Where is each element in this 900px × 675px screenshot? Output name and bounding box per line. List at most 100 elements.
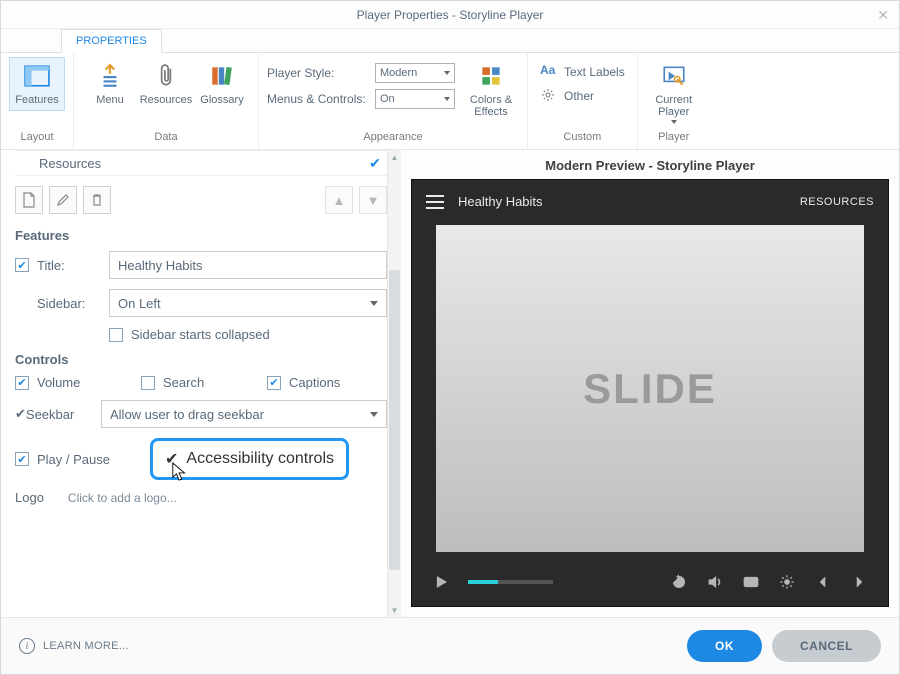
features-button-label: Features — [15, 94, 58, 106]
move-up-button[interactable]: ▲ — [325, 186, 353, 214]
text-labels-button[interactable]: Aa Text Labels — [536, 57, 629, 81]
player-style-select[interactable]: Modern — [375, 63, 455, 83]
menu-button[interactable]: Menu — [82, 57, 138, 111]
scrollbar[interactable]: ▲ ▼ — [387, 150, 401, 617]
title-label: Title: — [37, 258, 109, 273]
section-features-title: Features — [15, 228, 387, 243]
ribbon-group-layout: Features Layout — [1, 53, 74, 149]
volume-checkbox[interactable]: ✔ — [15, 376, 29, 390]
player-style-label: Player Style: — [267, 66, 367, 80]
volume-label: Volume — [37, 375, 80, 390]
sidebar-label: Sidebar: — [37, 296, 109, 311]
sidebar-select[interactable]: On Left — [109, 289, 387, 317]
info-icon: i — [19, 638, 35, 654]
close-icon[interactable]: ✕ — [877, 7, 889, 24]
current-player-label: Current Player — [655, 94, 692, 118]
next-icon[interactable] — [846, 569, 872, 595]
ribbon-group-appearance-label: Appearance — [259, 129, 527, 147]
tabstrip: PROPERTIES — [1, 29, 899, 53]
preview-title: Modern Preview - Storyline Player — [411, 158, 889, 173]
other-button[interactable]: Other — [536, 81, 598, 105]
ribbon-group-layout-label: Layout — [1, 129, 73, 147]
accessibility-checkbox[interactable]: ✔ — [165, 449, 178, 469]
svg-text:CC: CC — [747, 581, 756, 587]
colors-effects-label: Colors & Effects — [470, 94, 512, 118]
captions-icon[interactable]: CC — [738, 569, 764, 595]
scroll-down-icon[interactable]: ▼ — [388, 603, 401, 617]
scroll-up-icon[interactable]: ▲ — [388, 150, 401, 164]
list-toolbar: ▲ ▼ — [15, 176, 387, 224]
course-title: Healthy Habits — [458, 194, 800, 209]
sidebar-collapsed-checkbox[interactable] — [109, 328, 123, 342]
paperclip-icon — [152, 62, 180, 90]
preview-pane: Modern Preview - Storyline Player Health… — [401, 150, 899, 617]
text-labels-label: Text Labels — [564, 65, 625, 79]
colors-effects-button[interactable]: Colors & Effects — [463, 57, 519, 123]
ribbon-group-data-label: Data — [74, 129, 258, 147]
title-input[interactable] — [109, 251, 387, 279]
caret-down-icon — [370, 301, 378, 306]
features-list-item[interactable]: Resources ✔ — [15, 150, 387, 176]
search-checkbox[interactable] — [141, 376, 155, 390]
scroll-thumb[interactable] — [389, 270, 400, 570]
resources-button-label: Resources — [140, 94, 193, 106]
prev-icon[interactable] — [810, 569, 836, 595]
volume-icon[interactable] — [702, 569, 728, 595]
left-pane: Resources ✔ ▲ ▼ Features ✔ Title: — [1, 150, 401, 617]
playpause-checkbox[interactable]: ✔ — [15, 452, 29, 466]
features-list-item-label: Resources — [15, 156, 363, 171]
seekbar-mode-value: Allow user to drag seekbar — [110, 407, 264, 422]
seekbar-mode-select[interactable]: Allow user to drag seekbar — [101, 400, 387, 428]
features-button[interactable]: Features — [9, 57, 65, 111]
tab-properties-label: PROPERTIES — [76, 35, 147, 47]
replay-icon[interactable] — [666, 569, 692, 595]
title-checkbox[interactable]: ✔ — [15, 258, 29, 272]
play-icon[interactable] — [428, 569, 454, 595]
ok-button[interactable]: OK — [687, 630, 762, 662]
body: Resources ✔ ▲ ▼ Features ✔ Title: — [1, 150, 899, 618]
slide-area: SLIDE — [436, 225, 864, 552]
hamburger-icon[interactable] — [426, 195, 444, 209]
seekbar-checkbox[interactable]: ✔ — [15, 406, 26, 422]
check-icon: ✔ — [363, 155, 387, 172]
player-properties-window: Player Properties - Storyline Player ✕ P… — [0, 0, 900, 675]
menus-controls-select[interactable]: On — [375, 89, 455, 109]
ribbon-group-data: Menu Resources Glossary Data — [74, 53, 259, 149]
accessibility-highlight: ✔ Accessibility controls — [150, 438, 349, 480]
settings-icon[interactable] — [774, 569, 800, 595]
features-icon — [23, 62, 51, 90]
books-icon — [208, 62, 236, 90]
captions-label: Captions — [289, 375, 340, 390]
add-logo-link[interactable]: Click to add a logo... — [68, 491, 177, 505]
palette-icon — [477, 62, 505, 90]
new-item-button[interactable] — [15, 186, 43, 214]
caret-down-icon — [671, 120, 677, 124]
ribbon-group-custom: Aa Text Labels Other Custom — [528, 53, 638, 149]
tab-properties[interactable]: PROPERTIES — [61, 29, 162, 53]
seekbar-fill — [468, 580, 498, 584]
current-player-button[interactable]: Current Player — [646, 57, 702, 129]
captions-checkbox[interactable]: ✔ — [267, 376, 281, 390]
ribbon-group-custom-label: Custom — [528, 129, 637, 147]
search-label: Search — [163, 375, 204, 390]
move-down-button[interactable]: ▼ — [359, 186, 387, 214]
edit-item-button[interactable] — [49, 186, 77, 214]
caret-down-icon — [444, 97, 450, 101]
ribbon-group-player-label: Player — [638, 129, 710, 147]
menu-button-label: Menu — [96, 94, 124, 106]
text-labels-icon: Aa — [540, 63, 558, 81]
glossary-button[interactable]: Glossary — [194, 57, 250, 111]
resources-link[interactable]: RESOURCES — [800, 196, 874, 208]
resources-button[interactable]: Resources — [138, 57, 194, 111]
window-title: Player Properties - Storyline Player — [357, 8, 544, 22]
seekbar-track[interactable] — [468, 580, 553, 584]
learn-more-link[interactable]: i LEARN MORE... — [19, 638, 129, 654]
cancel-button[interactable]: CANCEL — [772, 630, 881, 662]
titlebar: Player Properties - Storyline Player ✕ — [1, 1, 899, 29]
learn-more-label: LEARN MORE... — [43, 640, 129, 652]
player-preview: Healthy Habits RESOURCES SLIDE CC — [411, 179, 889, 607]
glossary-button-label: Glossary — [200, 94, 243, 106]
menu-icon — [96, 62, 124, 90]
delete-item-button[interactable] — [83, 186, 111, 214]
logo-label: Logo — [15, 490, 44, 505]
